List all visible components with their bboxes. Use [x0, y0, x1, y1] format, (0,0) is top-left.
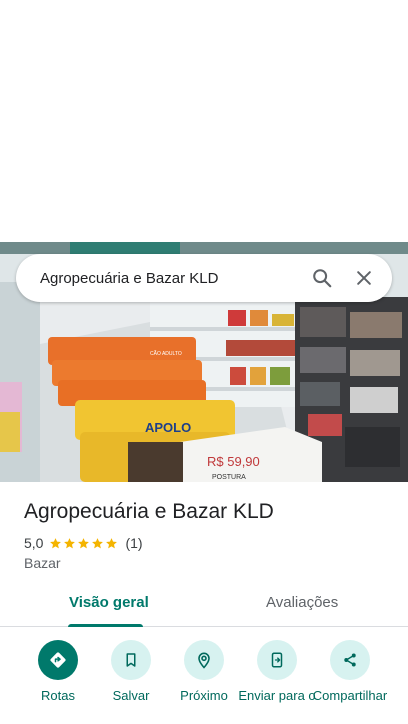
tab-indicator [68, 624, 143, 627]
star-icon [78, 537, 90, 548]
share-icon [330, 640, 370, 680]
search-bar[interactable]: Agropecuária e Bazar KLD [16, 254, 392, 302]
tab-reviews[interactable]: Avaliações [266, 594, 338, 611]
save-button[interactable]: Salvar [92, 640, 170, 703]
nearby-label: Próximo [180, 688, 228, 703]
send-to-phone-label: Enviar para o [238, 688, 316, 703]
search-input[interactable]: Agropecuária e Bazar KLD [40, 270, 304, 287]
share-button[interactable]: Compartilhar [311, 640, 389, 703]
tab-bar: Visão geral Avaliações [0, 584, 408, 627]
directions-icon [38, 640, 78, 680]
review-count: (1) [125, 535, 143, 551]
action-bar: Rotas Salvar Próximo Enviar para o Compa… [0, 640, 408, 724]
bookmark-icon [111, 640, 151, 680]
send-to-phone-icon [257, 640, 297, 680]
map-area [0, 0, 408, 242]
star-icon [92, 537, 104, 548]
close-icon[interactable] [346, 260, 382, 296]
search-icon[interactable] [304, 260, 340, 296]
nearby-button[interactable]: Próximo [165, 640, 243, 703]
place-category: Bazar [24, 555, 61, 571]
photo-bag-label: CÃO ADULTO [150, 350, 182, 357]
photo-price-tag: R$ 59,90 [207, 454, 260, 469]
share-label: Compartilhar [312, 688, 388, 703]
photo-bag-brand: APOLO [145, 420, 191, 435]
directions-button[interactable]: Rotas [19, 640, 97, 703]
star-icon [50, 537, 62, 548]
directions-label: Rotas [41, 688, 75, 703]
rating-stars [49, 537, 119, 550]
rating-row[interactable]: 5,0 (1) [24, 535, 143, 551]
rating-value: 5,0 [24, 535, 44, 551]
place-title: Agropecuária e Bazar KLD [24, 500, 274, 523]
photo-price-sign: POSTURA [212, 474, 246, 481]
tab-overview[interactable]: Visão geral [69, 594, 149, 611]
send-to-phone-button[interactable]: Enviar para o [238, 640, 316, 703]
star-icon [64, 537, 76, 548]
save-label: Salvar [112, 688, 150, 703]
nearby-icon [184, 640, 224, 680]
star-icon [106, 537, 118, 548]
